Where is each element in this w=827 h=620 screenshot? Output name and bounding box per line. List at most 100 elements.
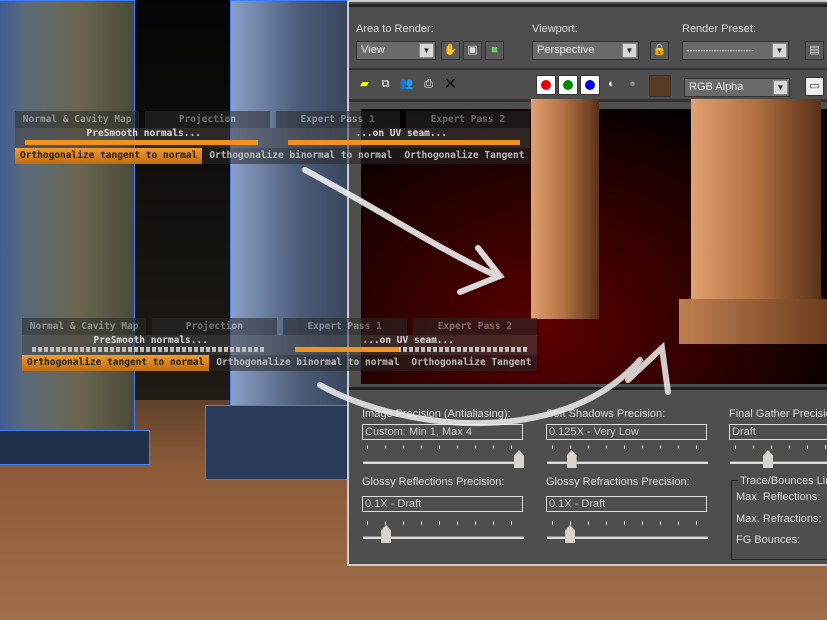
mono-icon[interactable]: ◐ bbox=[602, 76, 621, 95]
pillar-left bbox=[0, 0, 135, 440]
blue-channel-toggle[interactable] bbox=[580, 75, 600, 95]
red-channel-toggle[interactable] bbox=[536, 75, 556, 95]
orthogonalize-tangent2-button[interactable]: Orthogonalize Tangent bbox=[406, 355, 536, 371]
soft-shadows-slider[interactable] bbox=[547, 450, 708, 468]
max-refractions-label: Max. Refractions: bbox=[736, 513, 822, 525]
slider-fill bbox=[294, 347, 400, 352]
area-value: View bbox=[361, 44, 385, 56]
tab-normal-cavity[interactable]: Normal & Cavity Map bbox=[22, 318, 147, 335]
slider-ticks bbox=[367, 445, 519, 449]
presmooth-slider[interactable] bbox=[32, 347, 265, 352]
uv-seam-label: ...on UV seam... bbox=[355, 128, 447, 139]
rendered-pillar-base bbox=[679, 299, 827, 344]
trace-bounces-title: Trace/Bounces Limi bbox=[738, 475, 827, 487]
divider bbox=[349, 68, 827, 70]
slider-ticks bbox=[735, 445, 827, 449]
orthogonalize-tangent2-button[interactable]: Orthogonalize Tangent bbox=[399, 148, 529, 164]
render-setup-icon[interactable]: ▤ bbox=[805, 41, 824, 60]
tab-expert-1[interactable]: Expert Pass 1 bbox=[282, 318, 407, 335]
tab-expert-1[interactable]: Expert Pass 1 bbox=[275, 111, 400, 128]
save-icon[interactable]: ▰ bbox=[355, 76, 374, 95]
area-to-render-dropdown[interactable]: View ▼ bbox=[356, 41, 436, 60]
render-teapot-icon[interactable]: ■ bbox=[485, 41, 504, 60]
final-gather-label: Final Gather Precision bbox=[729, 408, 827, 420]
slider-ticks bbox=[367, 521, 522, 525]
slider-fill bbox=[287, 140, 520, 145]
slider-ticks bbox=[552, 521, 707, 525]
tab-normal-cavity[interactable]: Normal & Cavity Map bbox=[15, 111, 140, 128]
clear-icon[interactable]: ✕ bbox=[441, 76, 460, 95]
color-swatch[interactable] bbox=[649, 75, 671, 97]
preset-value: ------------------------- bbox=[687, 46, 754, 55]
area-to-render-label: Area to Render: bbox=[356, 23, 434, 35]
max-reflections-label: Max. Reflections: bbox=[736, 491, 821, 503]
slider-thumb[interactable] bbox=[514, 450, 524, 468]
toggle-ui-icon[interactable]: ▭ bbox=[805, 77, 824, 96]
trace-bounces-group: Trace/Bounces Limi Max. Reflections: Max… bbox=[731, 475, 827, 560]
glossy-reflections-field[interactable]: 0.1X - Draft bbox=[362, 496, 523, 512]
rendered-pillar bbox=[531, 99, 599, 319]
soft-shadows-field[interactable]: 0.125X - Very Low bbox=[546, 424, 707, 440]
glossy-reflections-slider[interactable] bbox=[363, 525, 524, 543]
slider-thumb[interactable] bbox=[381, 525, 392, 543]
slider-fill bbox=[25, 140, 258, 145]
orthogonalize-binormal-button[interactable]: Orthogonalize binormal to normal bbox=[211, 355, 404, 371]
channel-dot-icon bbox=[541, 80, 551, 90]
chevron-down-icon: ▼ bbox=[622, 43, 637, 58]
uv-seam-label: ...on UV seam... bbox=[362, 335, 454, 346]
alpha-icon[interactable]: ● bbox=[623, 76, 642, 95]
render-preset-dropdown[interactable]: ------------------------- ▼ bbox=[682, 41, 789, 60]
green-channel-toggle[interactable] bbox=[558, 75, 578, 95]
image-precision-field[interactable]: Custom: Min 1, Max 4 bbox=[362, 424, 523, 440]
final-gather-field[interactable]: Draft bbox=[729, 424, 827, 440]
print-icon[interactable]: ⎙ bbox=[419, 76, 438, 95]
pillar-left-base bbox=[0, 430, 150, 465]
normal-map-panel-top: Normal & Cavity Map Projection Expert Pass… bbox=[15, 111, 530, 164]
slider-ticks bbox=[552, 445, 707, 449]
final-gather-slider[interactable] bbox=[730, 450, 827, 468]
rendered-pillar bbox=[691, 99, 821, 309]
chevron-down-icon: ▼ bbox=[772, 43, 787, 58]
tab-projection[interactable]: Projection bbox=[152, 318, 277, 335]
glossy-refractions-label: Glossy Refractions Precision: bbox=[546, 476, 690, 488]
orthogonalize-tangent-button[interactable]: Orthogonalize tangent to normal bbox=[22, 355, 210, 371]
copy-icon[interactable]: ⧉ bbox=[376, 76, 395, 95]
fg-bounces-label: FG Bounces: bbox=[736, 534, 801, 546]
glossy-refractions-slider[interactable] bbox=[547, 525, 708, 543]
channel-dot-icon bbox=[585, 80, 595, 90]
orthogonalize-binormal-button[interactable]: Orthogonalize binormal to normal bbox=[204, 148, 397, 164]
chevron-down-icon: ▼ bbox=[773, 80, 788, 95]
channel-value: RGB Alpha bbox=[689, 81, 744, 93]
auto-region-icon[interactable]: ▣ bbox=[463, 41, 482, 60]
lock-icon[interactable]: 🔒 bbox=[650, 41, 669, 60]
clone-icon[interactable]: 👥 bbox=[397, 76, 416, 95]
divider bbox=[349, 387, 827, 390]
slider-thumb[interactable] bbox=[763, 450, 773, 468]
uv-seam-slider[interactable] bbox=[294, 347, 527, 352]
orthogonalize-tangent-button[interactable]: Orthogonalize tangent to normal bbox=[15, 148, 203, 164]
tab-expert-2[interactable]: Expert Pass 2 bbox=[405, 111, 530, 128]
edit-region-icon[interactable]: ✋ bbox=[441, 41, 460, 60]
tab-projection[interactable]: Projection bbox=[145, 111, 270, 128]
channel-dropdown[interactable]: RGB Alpha ▼ bbox=[684, 78, 790, 97]
divider bbox=[349, 4, 827, 7]
channel-dot-icon bbox=[563, 80, 573, 90]
image-precision-slider[interactable] bbox=[363, 450, 524, 468]
soft-shadows-label: Soft Shadows Precision: bbox=[546, 408, 666, 420]
viewport-value: Perspective bbox=[537, 44, 595, 56]
viewport-label: Viewport: bbox=[532, 23, 578, 35]
chevron-down-icon: ▼ bbox=[419, 43, 434, 58]
pillar-right-base bbox=[205, 405, 350, 480]
slider-thumb[interactable] bbox=[566, 450, 577, 468]
presmooth-label: PreSmooth normals... bbox=[86, 128, 201, 139]
render-preset-label: Render Preset: bbox=[682, 23, 756, 35]
uv-seam-slider[interactable] bbox=[287, 140, 520, 145]
viewport-dropdown[interactable]: Perspective ▼ bbox=[532, 41, 639, 60]
glossy-reflections-label: Glossy Reflections Precision: bbox=[362, 476, 505, 488]
presmooth-slider[interactable] bbox=[25, 140, 258, 145]
tab-expert-2[interactable]: Expert Pass 2 bbox=[412, 318, 537, 335]
normal-map-panel-bottom: Normal & Cavity Map Projection Expert Pass… bbox=[22, 318, 537, 371]
image-precision-label: Image Precision (Antialiasing): bbox=[362, 408, 511, 420]
glossy-refractions-field[interactable]: 0.1X - Draft bbox=[546, 496, 707, 512]
slider-thumb[interactable] bbox=[565, 525, 576, 543]
